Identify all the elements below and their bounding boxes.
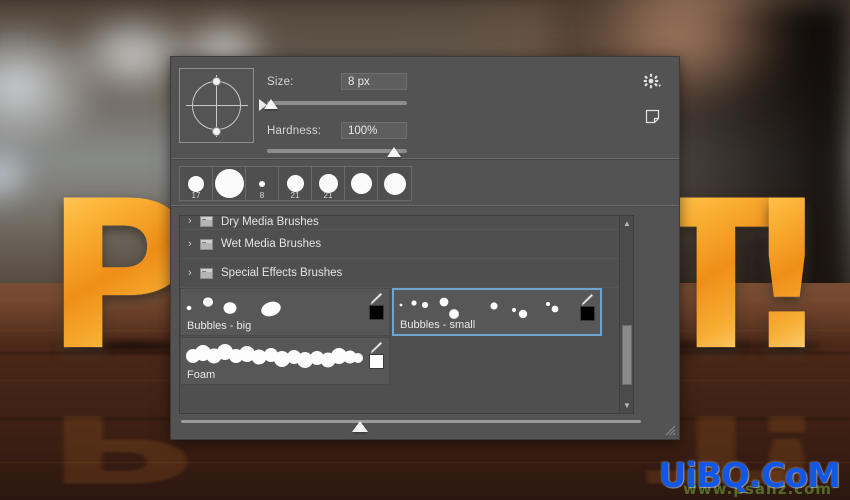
letter-exclamation: ! [740, 158, 834, 396]
preset-thumbnail-row[interactable]: 17 8 21 21 [179, 166, 412, 201]
brush-preset-thumbnail [214, 169, 244, 198]
watermark: UiBQ.CoM [658, 456, 841, 496]
brush-color-swatch[interactable] [369, 305, 384, 320]
crosshair-horizontal [186, 105, 248, 106]
new-preset-icon[interactable] [645, 109, 660, 129]
chevron-right-icon[interactable]: › [188, 267, 200, 279]
brush-preset-thumbnail [350, 173, 372, 194]
letter-reflection-p: P [45, 394, 190, 500]
pen-tip-icon [581, 293, 594, 307]
folder-icon [200, 238, 213, 250]
brush-preset-size-label: 21 [290, 191, 300, 200]
preview-size-slider-bar[interactable] [171, 412, 679, 439]
folder-icon [200, 267, 213, 279]
preview-size-slider-handle[interactable] [352, 421, 369, 432]
brush-settings-section: Size: 8 px Hardness: 100% [171, 57, 679, 158]
brush-preset-4[interactable]: 21 [279, 167, 312, 200]
brush-item-label: Bubbles - big [187, 320, 252, 332]
brush-preset-6[interactable] [345, 167, 378, 200]
brush-item-label: Foam [187, 369, 216, 381]
brush-item-bubbles-big[interactable]: Bubbles - big [180, 288, 390, 336]
brush-angle-roundness-control[interactable] [179, 68, 254, 143]
brush-folder-row[interactable]: › Special Effects Brushes [180, 259, 619, 288]
brush-preset-picker-panel[interactable]: Size: 8 px Hardness: 100% 17 8 21 21 › D… [170, 56, 680, 440]
folder-icon [200, 216, 213, 227]
brush-item-label: Bubbles - small [400, 319, 476, 331]
brush-preset-7[interactable] [378, 167, 411, 200]
brush-preset-size-label: 8 [259, 191, 265, 200]
preview-size-slider-track[interactable] [181, 420, 641, 423]
roundness-handle-top[interactable] [212, 77, 221, 86]
brush-preset-3[interactable]: 8 [246, 167, 279, 200]
brush-folder-group: › Dry Media Brushes › Wet Media Brushes … [180, 216, 619, 288]
brush-preset-size-label: 21 [323, 191, 333, 200]
scroll-down-arrow[interactable]: ▼ [620, 399, 633, 412]
hardness-slider-handle[interactable] [387, 147, 401, 157]
brush-list-scrollbar[interactable]: ▲ ▼ [619, 216, 633, 413]
brush-preset-thumbnail [286, 175, 304, 192]
brush-preset-thumbnail [383, 172, 406, 195]
brush-preset-strip[interactable]: 17 8 21 21 [171, 160, 679, 205]
brush-preset-thumbnail [188, 175, 204, 192]
brush-item-bubbles-small[interactable]: Bubbles - small [392, 288, 602, 336]
brush-folder-row[interactable]: › Wet Media Brushes [180, 230, 619, 259]
brush-folder-label: Special Effects Brushes [221, 267, 343, 279]
scrollbar-thumb[interactable] [622, 325, 632, 386]
gear-icon[interactable] [643, 73, 661, 96]
brush-color-swatch[interactable] [580, 306, 595, 321]
hardness-input[interactable]: 100% [341, 122, 407, 139]
size-input[interactable]: 8 px [341, 73, 407, 90]
brush-preset-5[interactable]: 21 [312, 167, 345, 200]
roundness-handle-bottom[interactable] [212, 127, 221, 136]
brush-preset-thumbnail [259, 180, 265, 187]
brush-preset-2[interactable] [213, 167, 246, 200]
brush-list[interactable]: › Dry Media Brushes › Wet Media Brushes … [179, 215, 634, 414]
brush-color-swatch[interactable] [369, 354, 384, 369]
brush-folder-row[interactable]: › Dry Media Brushes [180, 216, 619, 230]
pen-tip-icon [370, 341, 383, 355]
scroll-up-arrow[interactable]: ▲ [620, 217, 633, 230]
resize-grip-icon[interactable] [663, 423, 676, 436]
brush-folder-label: Dry Media Brushes [221, 216, 319, 228]
brush-preset-size-label: 17 [191, 191, 201, 200]
chevron-right-icon[interactable]: › [188, 216, 200, 227]
pen-tip-icon [370, 292, 383, 306]
chevron-right-icon[interactable]: › [188, 238, 200, 250]
divider [171, 205, 679, 207]
size-slider-handle[interactable] [264, 99, 278, 109]
size-slider-track[interactable] [267, 101, 407, 105]
brush-folder-label: Wet Media Brushes [221, 238, 322, 250]
hardness-label: Hardness: [267, 125, 322, 137]
size-label: Size: [267, 76, 294, 88]
brush-item-foam[interactable]: Foam [180, 337, 390, 385]
hardness-slider-track[interactable] [267, 149, 407, 153]
letter-p: P [45, 158, 195, 396]
brush-preset-1[interactable]: 17 [180, 167, 213, 200]
